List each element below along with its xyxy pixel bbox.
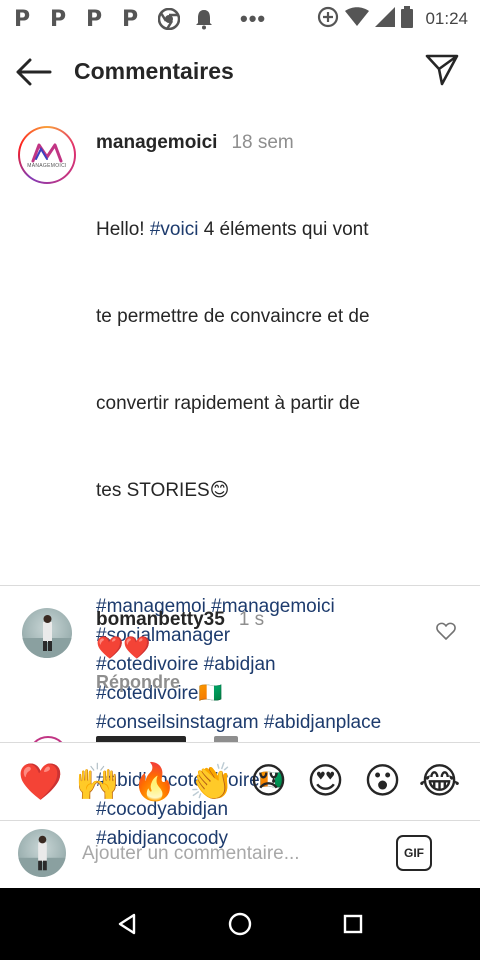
user-photo-icon <box>22 615 72 658</box>
pinterest-notification-icon: P <box>122 6 139 32</box>
wifi-icon <box>345 6 370 32</box>
avatar <box>18 829 66 877</box>
arrow-left-icon <box>16 58 52 86</box>
nav-back-button[interactable] <box>107 904 147 944</box>
user-photo-icon <box>18 835 66 877</box>
pinterest-notification-icon: P <box>86 6 103 32</box>
managemoici-logo-icon <box>31 143 63 163</box>
page-title: Commentaires <box>74 58 234 84</box>
reply-button[interactable]: Répondre <box>96 668 264 696</box>
more-notifications-icon: ••• <box>240 6 267 31</box>
pinterest-notification-icon: P <box>50 6 67 32</box>
heart-outline-icon <box>436 622 456 640</box>
comment-text: ❤️❤️ <box>96 635 151 660</box>
gif-button[interactable]: GIF <box>396 835 432 871</box>
caption-username[interactable]: managemoici <box>96 132 217 153</box>
chrome-icon <box>158 8 194 30</box>
caption-line: te permettre de convaincre et de <box>96 306 370 327</box>
status-bar: P P P P ••• 01:24 <box>0 0 480 38</box>
back-button[interactable] <box>16 56 54 88</box>
emoji-surprised-button[interactable]: 😮 <box>360 761 406 802</box>
emoji-quick-bar: ❤️ 🙌 🔥 👏 😢 😍 😮 😂 <box>0 742 480 820</box>
share-button[interactable] <box>424 52 462 90</box>
triangle-back-icon <box>118 913 135 935</box>
comment-time: 1 s <box>238 609 265 630</box>
comment-username[interactable]: bomanbetty35 <box>96 609 225 630</box>
caption-line: tes STORIES😊 <box>96 480 230 501</box>
app-header: Commentaires <box>0 38 480 106</box>
nav-recents-button[interactable] <box>333 904 373 944</box>
divider <box>0 585 480 586</box>
emoji-clapping-button[interactable]: 👏 <box>189 761 235 803</box>
battery-icon <box>401 5 414 33</box>
caption-text: Hello! #voici 4 éléments qui vont te per… <box>96 157 426 563</box>
system-nav-bar <box>0 888 480 960</box>
cell-signal-icon <box>375 6 396 32</box>
emoji-heart-eyes-button[interactable]: 😍 <box>303 761 349 802</box>
paper-plane-icon <box>425 54 459 86</box>
system-icons: 01:24 <box>317 5 468 33</box>
hashtag-link[interactable]: #voici <box>150 219 199 240</box>
caption-line: convertir rapidement à partir de <box>96 393 361 414</box>
gif-label: GIF <box>404 846 424 860</box>
emoji-fire-button[interactable]: 🔥 <box>132 761 178 803</box>
caption-text-segment: 4 éléments qui vont <box>198 219 369 240</box>
comment-composer: GIF <box>0 820 480 888</box>
pinterest-notification-icon: P <box>14 6 31 32</box>
emoji-heart-button[interactable]: ❤️ <box>18 761 64 803</box>
like-comment-button[interactable] <box>436 622 458 644</box>
nav-home-button[interactable] <box>220 904 260 944</box>
square-recents-icon <box>344 914 363 934</box>
comment-body: bomanbetty35 1 s ❤️❤️ Répondre <box>96 606 264 696</box>
avatar[interactable] <box>22 608 72 658</box>
comment-item: bomanbetty35 1 s ❤️❤️ Répondre <box>0 602 480 702</box>
avatar[interactable]: MANAGEMOICI <box>18 126 76 184</box>
caption-time: 18 sem <box>231 132 294 153</box>
caption-text-segment: Hello! <box>96 219 150 240</box>
circle-home-icon <box>228 912 252 936</box>
android-bell-icon <box>194 8 230 30</box>
notification-icons: P P P P ••• <box>14 6 266 32</box>
data-saver-icon <box>317 6 339 33</box>
emoji-crying-button[interactable]: 😢 <box>246 761 292 802</box>
clock: 01:24 <box>425 9 468 28</box>
hashtag-line[interactable]: #conseilsinstagram #abidjanplace <box>96 708 426 737</box>
emoji-raised-hands-button[interactable]: 🙌 <box>75 761 121 803</box>
comment-input[interactable] <box>82 839 382 869</box>
brand-logo: MANAGEMOICI <box>20 128 74 182</box>
avatar-brand-text: MANAGEMOICI <box>27 163 67 169</box>
emoji-laughing-button[interactable]: 😂 <box>417 761 463 802</box>
